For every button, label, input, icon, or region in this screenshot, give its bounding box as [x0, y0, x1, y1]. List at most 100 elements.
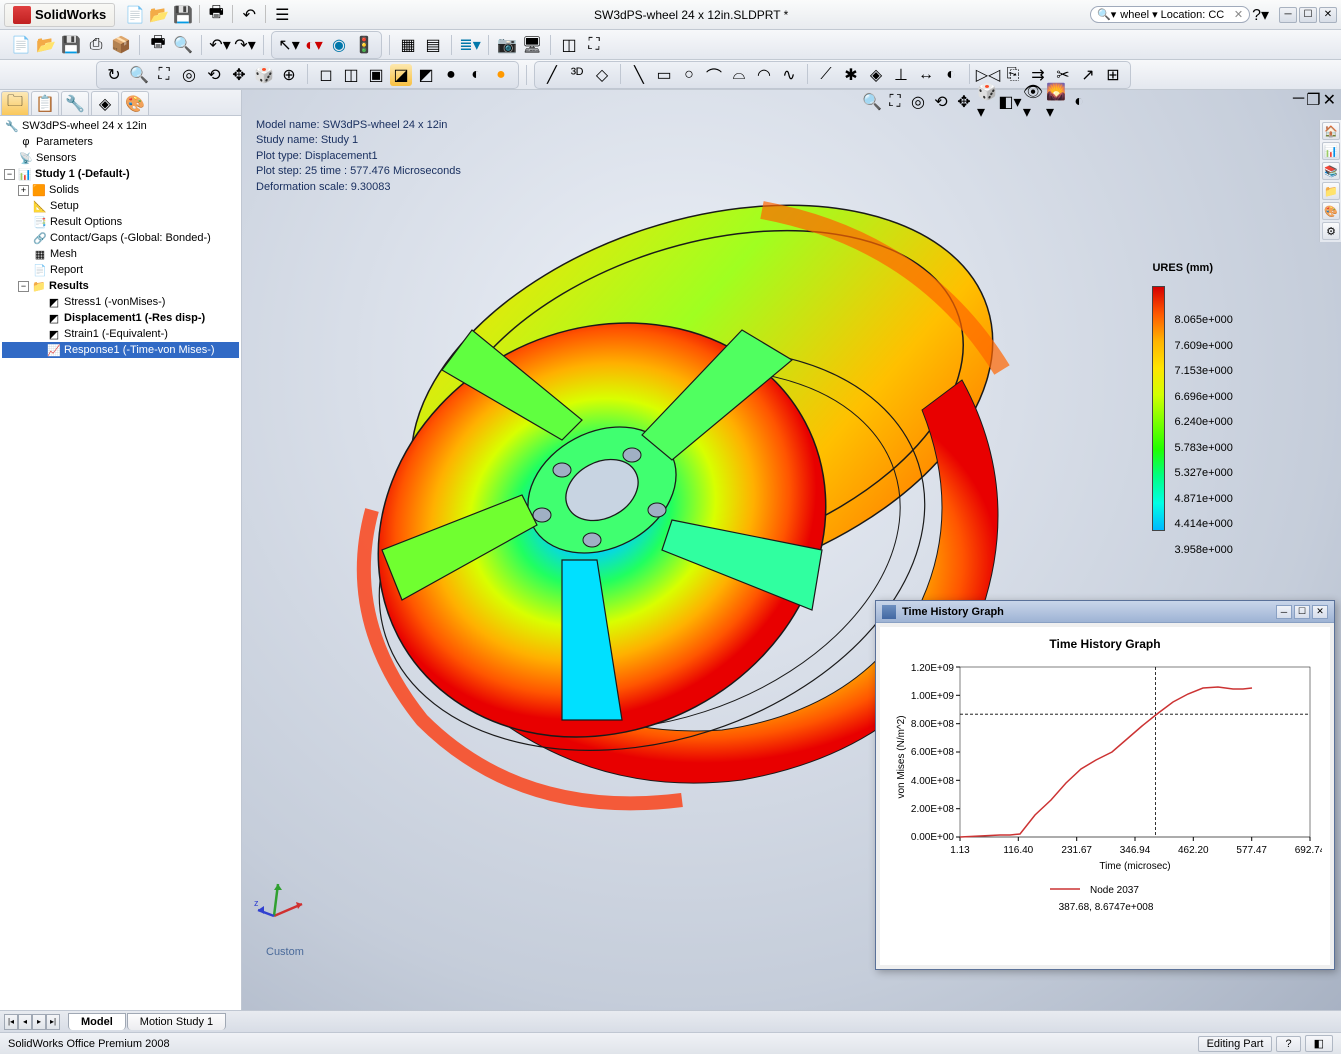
print-preview-icon[interactable]: 🔍: [172, 34, 194, 56]
orbit-icon[interactable]: ↻: [103, 64, 125, 86]
file-explorer-icon[interactable]: 📁: [1322, 182, 1340, 200]
shaded-icon[interactable]: ◩: [415, 64, 437, 86]
capture-icon[interactable]: 📷: [496, 34, 518, 56]
redo-icon[interactable]: ↷▾: [234, 34, 256, 56]
vp-view-icon[interactable]: 🎲▾: [977, 92, 997, 112]
sketch-3d-icon[interactable]: ³ᴰ: [566, 64, 588, 86]
undo-icon[interactable]: ↶: [239, 5, 259, 25]
save-icon[interactable]: 💾: [173, 5, 193, 25]
status-options-icon[interactable]: ◧: [1305, 1035, 1333, 1052]
spline-icon[interactable]: ∿: [778, 64, 800, 86]
turntable-icon[interactable]: ⊕: [278, 64, 300, 86]
home-icon[interactable]: 🏠: [1322, 122, 1340, 140]
rotate-icon[interactable]: ⟲: [203, 64, 225, 86]
shadow-icon[interactable]: ●: [440, 64, 462, 86]
app-logo[interactable]: SolidWorks: [4, 3, 115, 27]
plane-icon[interactable]: ◈: [865, 64, 887, 86]
undo2-icon[interactable]: ↶▾: [209, 34, 231, 56]
tree-mesh[interactable]: ▦Mesh: [2, 246, 239, 262]
graph-close-button[interactable]: ✕: [1312, 605, 1328, 619]
tree-result-options[interactable]: 📑Result Options: [2, 214, 239, 230]
realview-icon[interactable]: ●: [490, 64, 512, 86]
wireframe-icon[interactable]: ◻: [315, 64, 337, 86]
new-icon[interactable]: 📄: [125, 5, 145, 25]
hidden-gray-icon[interactable]: ▣: [365, 64, 387, 86]
zoom-window-icon[interactable]: ⛶: [153, 64, 175, 86]
vp-pan-icon[interactable]: ✥: [954, 92, 974, 112]
feature-tree[interactable]: 🔧SW3dPS-wheel 24 x 12in φParameters 📡Sen…: [0, 116, 241, 1010]
grid-icon[interactable]: ▦: [397, 34, 419, 56]
tangent-icon[interactable]: ◠: [753, 64, 775, 86]
close-button[interactable]: ✕: [1319, 7, 1337, 23]
expand-icon[interactable]: +: [18, 185, 29, 196]
tree-results[interactable]: −📁Results: [2, 278, 239, 294]
tree-contact[interactable]: 🔗Contact/Gaps (-Global: Bonded-): [2, 230, 239, 246]
tree-parameters[interactable]: φParameters: [2, 134, 239, 150]
panel-icon[interactable]: ◫: [558, 34, 580, 56]
zoom-icon[interactable]: 🔍: [128, 64, 150, 86]
centerline-icon[interactable]: ⟋: [815, 64, 837, 86]
vp-restore-button[interactable]: ❐: [1306, 90, 1320, 110]
design-library-icon[interactable]: 📚: [1322, 162, 1340, 180]
collapse-icon[interactable]: −: [4, 169, 15, 180]
vp-zoom-area-icon[interactable]: ⛶: [885, 92, 905, 112]
point-icon[interactable]: ✱: [840, 64, 862, 86]
vp-scene-icon[interactable]: 🌄▾: [1046, 92, 1066, 112]
hidden-icon[interactable]: ◫: [340, 64, 362, 86]
vp-zoom-fit-icon[interactable]: 🔍: [862, 92, 882, 112]
tree-strain[interactable]: ◩Strain1 (-Equivalent-): [2, 326, 239, 342]
move-icon[interactable]: ↗: [1077, 64, 1099, 86]
copy-icon[interactable]: ⎘: [1002, 64, 1024, 86]
tree-solids[interactable]: +🟧Solids: [2, 182, 239, 198]
collapse-icon[interactable]: −: [18, 281, 29, 292]
open-icon[interactable]: 📂: [149, 5, 169, 25]
render-tab[interactable]: 🎨: [121, 91, 149, 115]
vp-hide-icon[interactable]: 👁▾: [1023, 92, 1043, 112]
zoom-fit-icon[interactable]: ◎: [178, 64, 200, 86]
3d-viewport[interactable]: 🔍 ⛶ ◎ ⟲ ✥ 🎲▾ ◧▾ 👁▾ 🌄▾ ◐ ─ ❐ ✕ Model name…: [242, 90, 1341, 1010]
status-help-icon[interactable]: ?: [1276, 1036, 1300, 1052]
circle-icon[interactable]: ○: [678, 64, 700, 86]
time-history-graph-window[interactable]: Time History Graph ─ ☐ ✕ Time History Gr…: [875, 600, 1335, 970]
dim-icon[interactable]: ⊥: [890, 64, 912, 86]
print-icon[interactable]: 🖶: [206, 5, 226, 25]
rebuild-icon[interactable]: ☰: [272, 5, 292, 25]
save-disk-icon[interactable]: 💾: [60, 34, 82, 56]
new-doc-icon[interactable]: 📄: [10, 34, 32, 56]
dimxpert-tab[interactable]: ◈: [91, 91, 119, 115]
package-icon[interactable]: 📦: [110, 34, 132, 56]
resources-icon[interactable]: 📊: [1322, 142, 1340, 160]
pattern-icon[interactable]: ⊞: [1102, 64, 1124, 86]
fullscreen-icon[interactable]: ⛶: [583, 34, 605, 56]
lasso-icon[interactable]: ◉: [328, 34, 350, 56]
config-manager-tab[interactable]: 🔧: [61, 91, 89, 115]
graph-maximize-button[interactable]: ☐: [1294, 605, 1310, 619]
vp-apply-icon[interactable]: ◐: [1069, 92, 1089, 112]
search-input[interactable]: 🔍▾ wheel ▾ Location: CC ✕: [1090, 6, 1250, 23]
section-icon[interactable]: ◐: [465, 64, 487, 86]
options-icon[interactable]: ≣▾: [459, 34, 481, 56]
filter-icon[interactable]: ◐▾: [303, 34, 325, 56]
convert-icon[interactable]: ◐: [940, 64, 962, 86]
appearances-icon[interactable]: ⚙: [1322, 222, 1340, 240]
vp-minimize-button[interactable]: ─: [1293, 90, 1304, 110]
tree-study[interactable]: −📊Study 1 (-Default-): [2, 166, 239, 182]
dimension-icon[interactable]: ◇: [591, 64, 613, 86]
tree-displacement[interactable]: ◩Displacement1 (-Res disp-): [2, 310, 239, 326]
tree-stress[interactable]: ◩Stress1 (-vonMises-): [2, 294, 239, 310]
tree-response[interactable]: 📈Response1 (-Time-von Mises-): [2, 342, 239, 358]
view-palette-icon[interactable]: 🎨: [1322, 202, 1340, 220]
help-icon[interactable]: ?▾: [1252, 5, 1269, 25]
tree-sensors[interactable]: 📡Sensors: [2, 150, 239, 166]
tree-setup[interactable]: 📐Setup: [2, 198, 239, 214]
dim2-icon[interactable]: ↔: [915, 64, 937, 86]
pan-icon[interactable]: ✥: [228, 64, 250, 86]
select-tool-icon[interactable]: ↖▾: [278, 34, 300, 56]
sketch-line-icon[interactable]: ╱: [541, 64, 563, 86]
tree-root[interactable]: 🔧SW3dPS-wheel 24 x 12in: [2, 118, 239, 134]
open-file-icon[interactable]: 📂: [35, 34, 57, 56]
vp-zoom-sel-icon[interactable]: ◎: [908, 92, 928, 112]
roll-icon[interactable]: 🎲: [253, 64, 275, 86]
tree-report[interactable]: 📄Report: [2, 262, 239, 278]
property-manager-tab[interactable]: 📋: [31, 91, 59, 115]
